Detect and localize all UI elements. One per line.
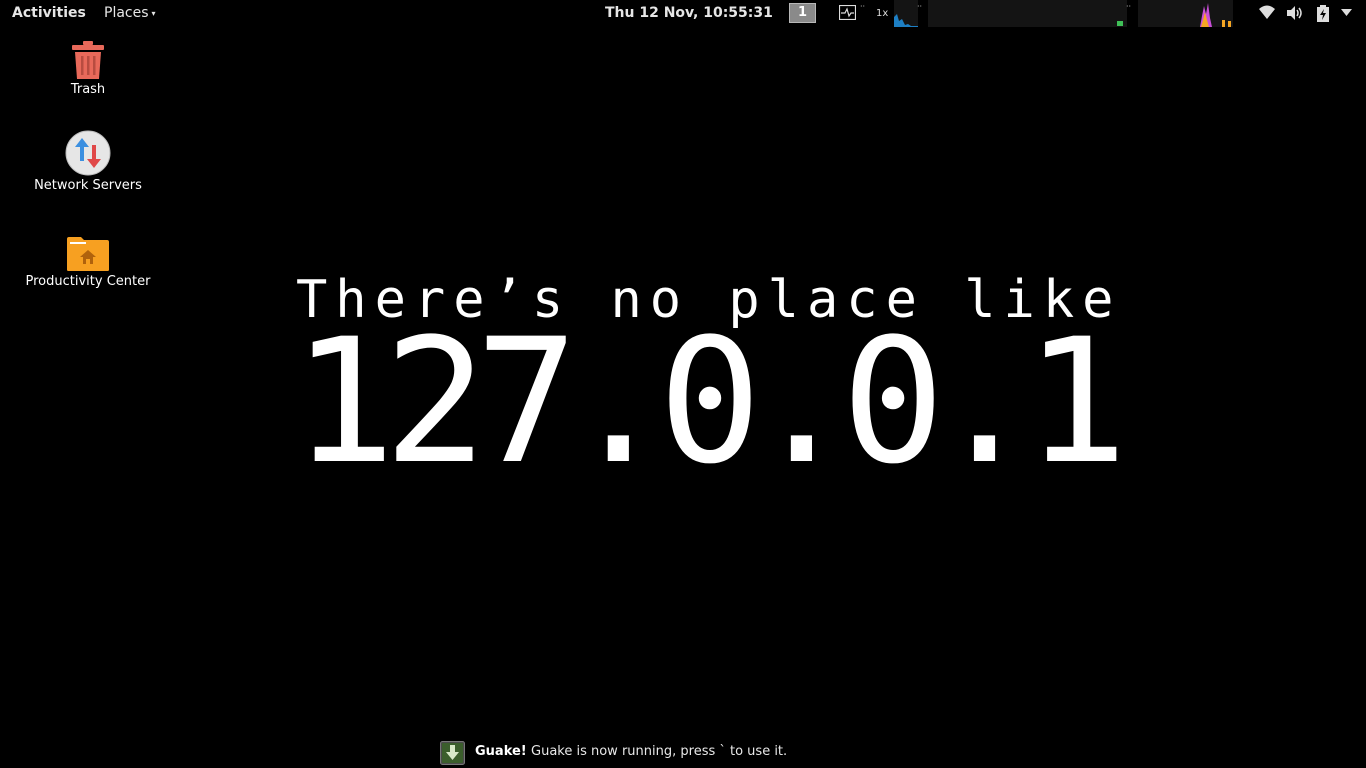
battery-icon[interactable] [1316,5,1330,22]
net-speed-label: 1x [876,8,889,19]
network-servers-icon [65,130,111,176]
cpu-graph[interactable] [894,0,918,27]
desktop-icon-label: Trash [70,82,106,97]
trash-icon [72,41,104,79]
home-folder-icon [67,237,109,271]
desktop-icon-network-servers[interactable]: Network Servers [13,130,163,193]
system-monitor-icon[interactable] [839,5,856,20]
graph-ellipsis-icon: ·· [860,2,866,11]
graph-ellipsis-icon: ·· [917,2,923,11]
dropdown-arrow-icon: ▾ [151,9,156,18]
wallpaper-address: 127.0.0.1 [292,301,1128,502]
memory-graph[interactable] [928,0,1127,27]
clock[interactable]: Thu 12 Nov, 10:55:31 [605,0,773,27]
notification-body: Guake is now running, press ` to use it. [531,744,788,759]
activities-button[interactable]: Activities [12,0,86,27]
load-graph[interactable] [1138,0,1233,27]
volume-icon[interactable] [1286,5,1304,21]
places-label: Places [104,5,149,21]
top-panel: Activities Places ▾ Thu 12 Nov, 10:55:31 … [0,0,1366,27]
guake-icon [440,741,465,765]
desktop-icon-trash[interactable]: Trash [13,40,163,97]
system-menu-chevron-icon[interactable] [1341,9,1352,17]
desktop-icon-label: Productivity Center [25,274,151,289]
desktop-icon-productivity-center[interactable]: Productivity Center [13,236,163,289]
graph-ellipsis-icon: ·· [1126,2,1132,11]
places-menu[interactable]: Places ▾ [104,0,156,27]
guake-notification[interactable]: Guake! Guake is now running, press ` to … [440,740,860,766]
notification-title: Guake! [475,744,527,759]
desktop-screen: Activities Places ▾ Thu 12 Nov, 10:55:31 … [0,0,1366,768]
wifi-icon[interactable] [1258,5,1276,21]
workspace-indicator[interactable]: 1 [789,3,816,23]
desktop-icon-label: Network Servers [34,178,142,193]
